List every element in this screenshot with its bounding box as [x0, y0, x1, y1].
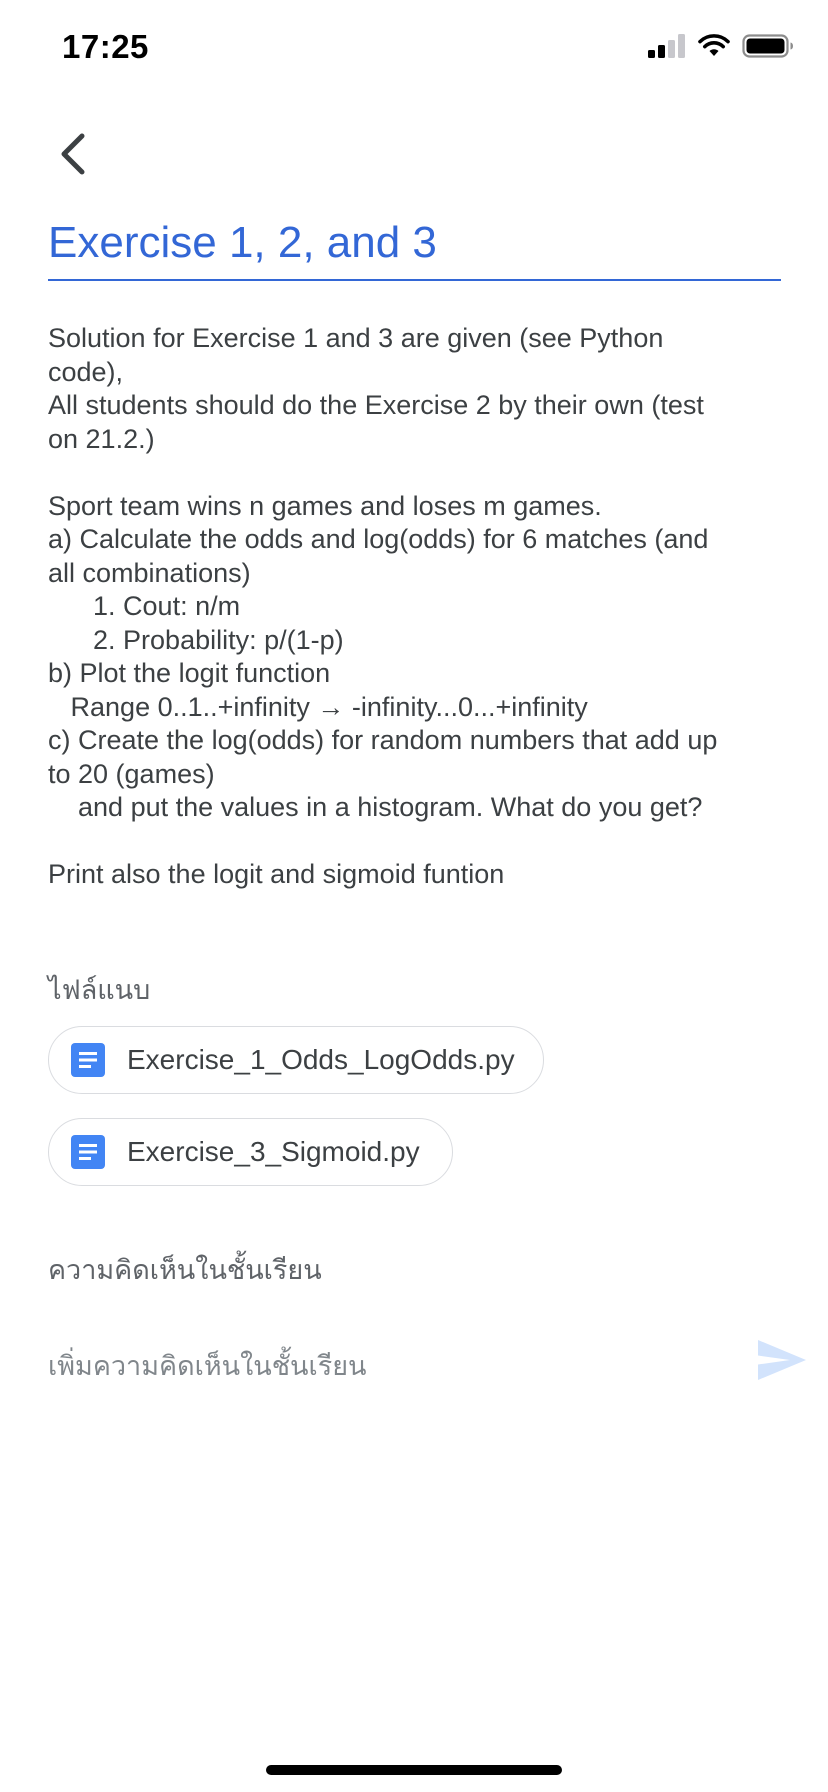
send-button[interactable]: [756, 1336, 808, 1384]
status-bar: 17:25: [0, 0, 828, 100]
assignment-description: Solution for Exercise 1 and 3 are given …: [48, 323, 718, 889]
status-time: 17:25: [62, 28, 149, 65]
assignment-title: Exercise 1, 2, and 3: [48, 218, 437, 267]
attachment-chip-exercise-1[interactable]: Exercise_1_Odds_LogOdds.py: [48, 1026, 544, 1094]
attachment-name: Exercise_3_Sigmoid.py: [127, 1136, 420, 1167]
google-doc-icon: [71, 1043, 105, 1077]
wifi-icon: [698, 34, 730, 56]
title-divider: [48, 279, 781, 281]
class-comment-input[interactable]: [48, 1344, 728, 1388]
back-button[interactable]: [36, 118, 108, 190]
attachment-name: Exercise_1_Odds_LogOdds.py: [127, 1044, 515, 1075]
attachment-chip-exercise-3[interactable]: Exercise_3_Sigmoid.py: [48, 1118, 453, 1186]
home-indicator: [266, 1765, 562, 1775]
send-icon: [758, 1340, 806, 1380]
cellular-signal-icon: [648, 34, 685, 58]
class-comments-label: ความคิดเห็นในชั้นเรียน: [48, 1255, 322, 1285]
attachments-label: ไฟล์แนบ: [48, 975, 151, 1005]
battery-icon: [742, 34, 793, 58]
google-doc-icon: [71, 1135, 105, 1169]
status-icons: [648, 34, 794, 58]
chevron-left-icon: [61, 133, 85, 175]
